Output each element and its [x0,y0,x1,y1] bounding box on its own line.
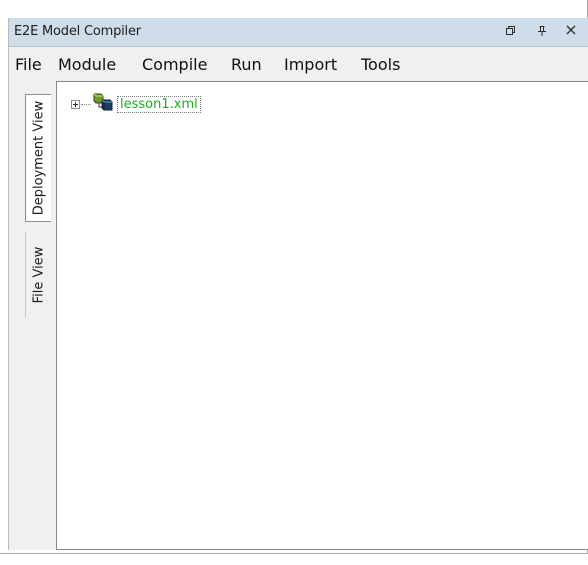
menu-import[interactable]: Import [284,55,337,74]
menu-compile[interactable]: Compile [142,55,207,74]
model-compiler-window: E2E Model Compiler × File Module Compile… [8,18,588,550]
tab-file-view[interactable]: File View [25,232,51,317]
module-icon [92,92,114,112]
window-title: E2E Model Compiler [14,24,141,39]
tree-node-label[interactable]: lesson1.xml [117,96,201,113]
close-icon[interactable]: × [562,21,580,39]
tab-file-view-label: File View [31,246,46,303]
tab-deployment-view[interactable]: Deployment View [25,94,51,222]
restore-icon[interactable] [502,22,520,40]
tree-connector [81,104,91,105]
side-tab-strip: Deployment View File View [9,81,54,550]
deployment-tree-panel[interactable]: lesson1.xml [56,81,588,550]
menu-run[interactable]: Run [231,55,262,74]
expand-icon[interactable] [71,100,80,109]
pin-icon[interactable] [533,22,551,40]
title-bar: E2E Model Compiler × [9,18,588,47]
menu-tools[interactable]: Tools [361,55,400,74]
tab-deployment-view-label: Deployment View [31,100,46,216]
menu-file[interactable]: File [15,55,42,74]
menu-bar: File Module Compile Run Import Tools [9,47,588,81]
menu-module[interactable]: Module [58,55,116,74]
